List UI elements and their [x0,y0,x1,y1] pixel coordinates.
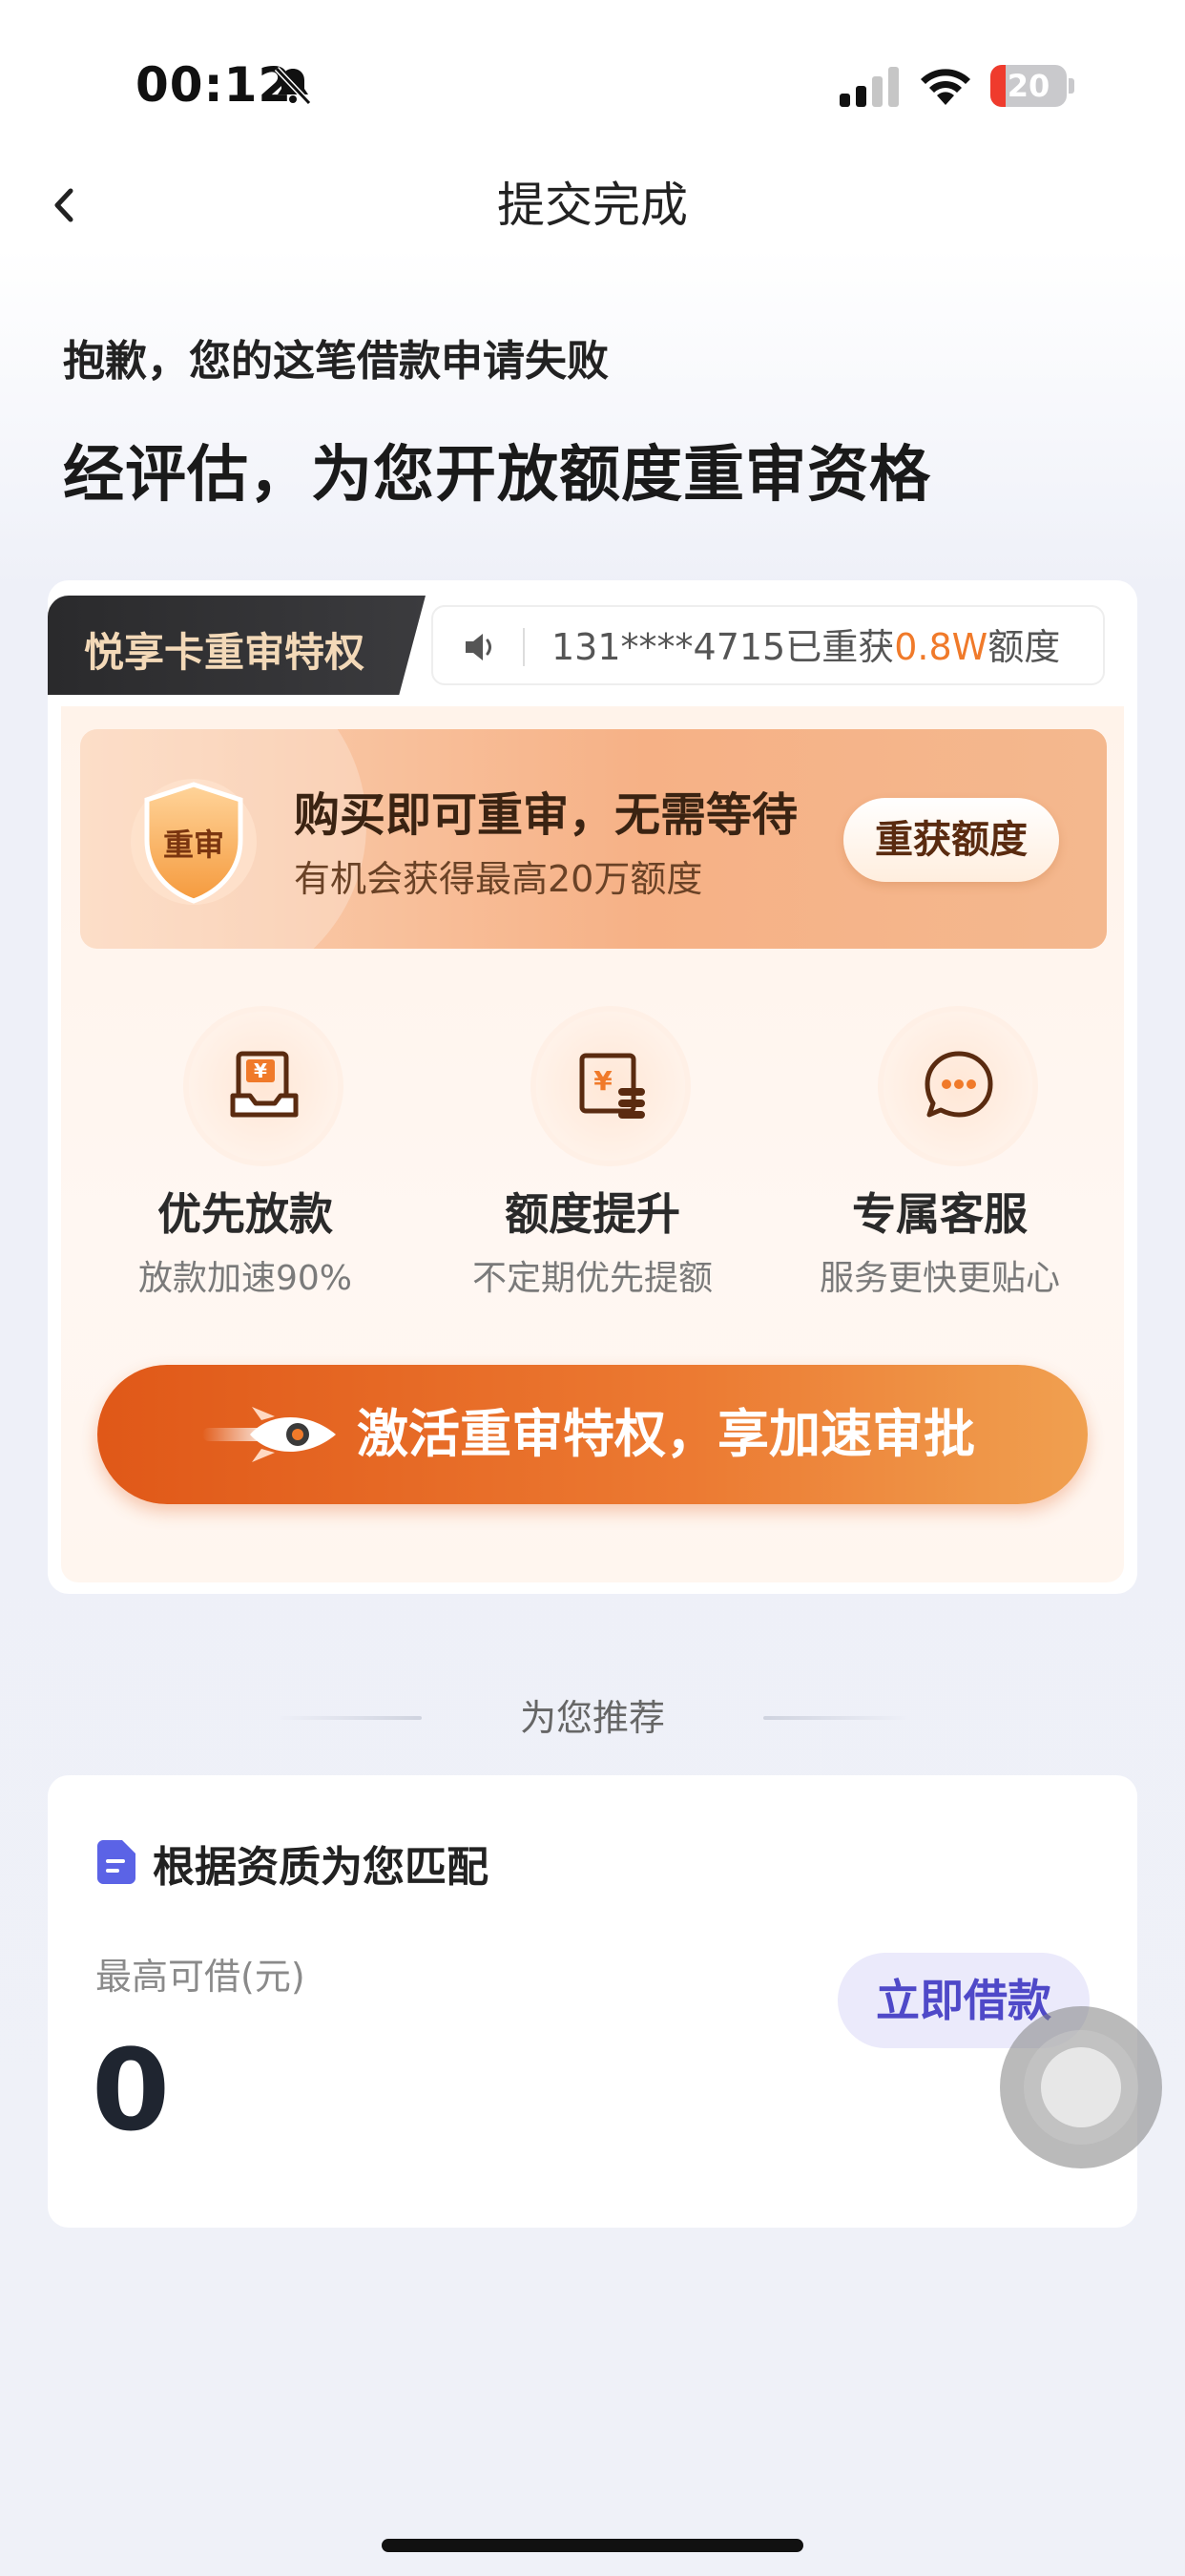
banner-title: 购买即可重审，无需等待 [294,788,799,842]
review-shield-icon: 重审 [131,779,257,905]
ticker-amount: 0.8W [894,626,988,668]
activate-privilege-label: 激活重审特权，享加速审批 [357,1404,975,1464]
status-time: 00:12 [135,57,293,113]
home-indicator[interactable] [382,2539,803,2552]
activate-privilege-button[interactable]: 激活重审特权，享加速审批 [97,1365,1088,1504]
shield-badge-text: 重审 [163,827,224,863]
ticker-prefix: 131****4715已重获 [551,626,895,668]
recommend-divider: 为您推荐 [0,1689,1185,1747]
recommend-section-title: 为您推荐 [519,1697,665,1739]
max-borrow-amount: 0 [92,2024,171,2156]
nav-bar: 提交完成 [0,162,1185,248]
bell-off-icon [274,66,312,106]
svg-text:¥: ¥ [254,1059,267,1082]
document-icon [97,1840,135,1884]
recommend-card-title: 根据资质为您匹配 [153,1843,489,1892]
failure-message: 抱歉，您的这笔借款申请失败 [63,337,609,386]
wifi-icon [921,69,970,105]
announcement-ticker: 131****4715已重获0.8W额度 [431,605,1105,685]
assistive-touch-button[interactable] [1000,2006,1162,2168]
privilege-tab-label: 悦享卡重审特权 [84,629,365,676]
banner-subtitle: 有机会获得最高20万额度 [294,858,703,900]
max-borrow-label: 最高可借(元) [95,1956,305,1998]
page-title: 提交完成 [497,178,688,233]
status-bar: 00:12 20 [0,0,1185,172]
feature-title: 额度提升 [505,1188,680,1240]
feature-subtitle: 服务更快更贴心 [819,1259,1060,1298]
chat-bubble-icon [925,1051,993,1118]
speaker-icon [466,634,491,660]
feature-subtitle: 放款加速90% [137,1259,353,1298]
battery-percentage: 20 [1007,68,1050,104]
review-headline: 经评估，为您开放额度重审资格 [63,440,931,511]
feature-title: 优先放款 [157,1188,333,1240]
ticker-suffix: 额度 [988,626,1061,668]
svg-text:¥: ¥ [593,1065,613,1097]
feature-subtitle: 不定期优先提额 [471,1259,713,1298]
yuan-document-icon: ¥ [230,1051,299,1118]
regain-limit-button[interactable]: 重获额度 [843,798,1059,882]
battery-indicator: 20 [990,65,1074,107]
rocket-icon [202,1407,336,1462]
cellular-signal-icon [840,67,899,107]
feature-title: 专属客服 [852,1188,1028,1240]
yuan-coins-icon: ¥ [579,1053,645,1119]
ticker-message: 131****4715已重获0.8W额度 [551,620,1060,674]
